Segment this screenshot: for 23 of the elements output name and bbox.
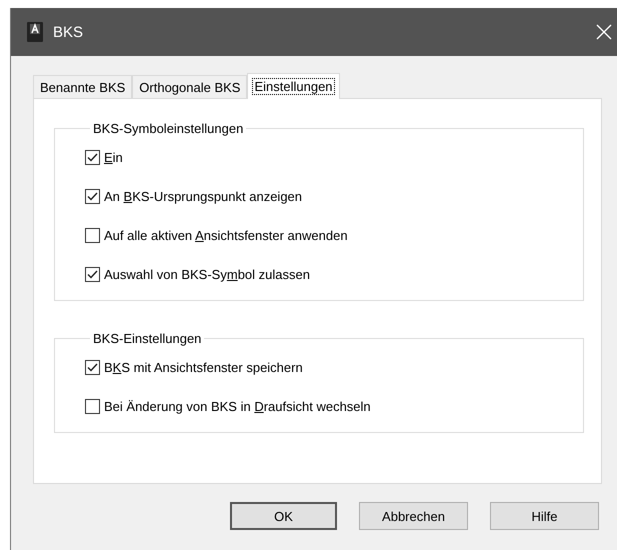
checkbox[interactable] bbox=[85, 267, 100, 282]
window-title: BKS bbox=[53, 24, 84, 40]
tab[interactable]: Benannte BKS bbox=[33, 75, 132, 98]
checkbox-label[interactable]: BKS mit Ansichtsfenster speichern bbox=[104, 360, 303, 375]
dialog-button[interactable]: Hilfe bbox=[490, 502, 599, 530]
checkbox-label[interactable]: An BKS-Ursprungspunkt anzeigen bbox=[104, 189, 302, 204]
checkbox-label[interactable]: Ein bbox=[104, 150, 123, 165]
checkbox-label[interactable]: Auswahl von BKS-Symbol zulassen bbox=[104, 267, 310, 282]
dialog-button[interactable]: Abbrechen bbox=[359, 502, 468, 530]
checkbox[interactable] bbox=[85, 399, 100, 414]
checkbox[interactable] bbox=[85, 228, 100, 243]
group-title: BKS-Einstellungen bbox=[92, 331, 202, 346]
group-title: BKS-Symboleinstellungen bbox=[92, 121, 244, 136]
dialog-button[interactable]: OK bbox=[230, 502, 337, 530]
checkbox[interactable] bbox=[85, 189, 100, 204]
tab[interactable]: Einstellungen bbox=[247, 73, 340, 99]
checkbox[interactable] bbox=[85, 150, 100, 165]
checkbox[interactable] bbox=[85, 360, 100, 375]
tab[interactable]: Orthogonale BKS bbox=[132, 75, 248, 98]
close-icon[interactable] bbox=[596, 24, 612, 40]
checkbox-label[interactable]: Bei Änderung von BKS in Draufsicht wechseln bbox=[104, 399, 371, 414]
app-icon bbox=[27, 22, 43, 42]
checkbox-label[interactable]: Auf alle aktiven Ansichtsfenster anwenden bbox=[104, 228, 348, 243]
